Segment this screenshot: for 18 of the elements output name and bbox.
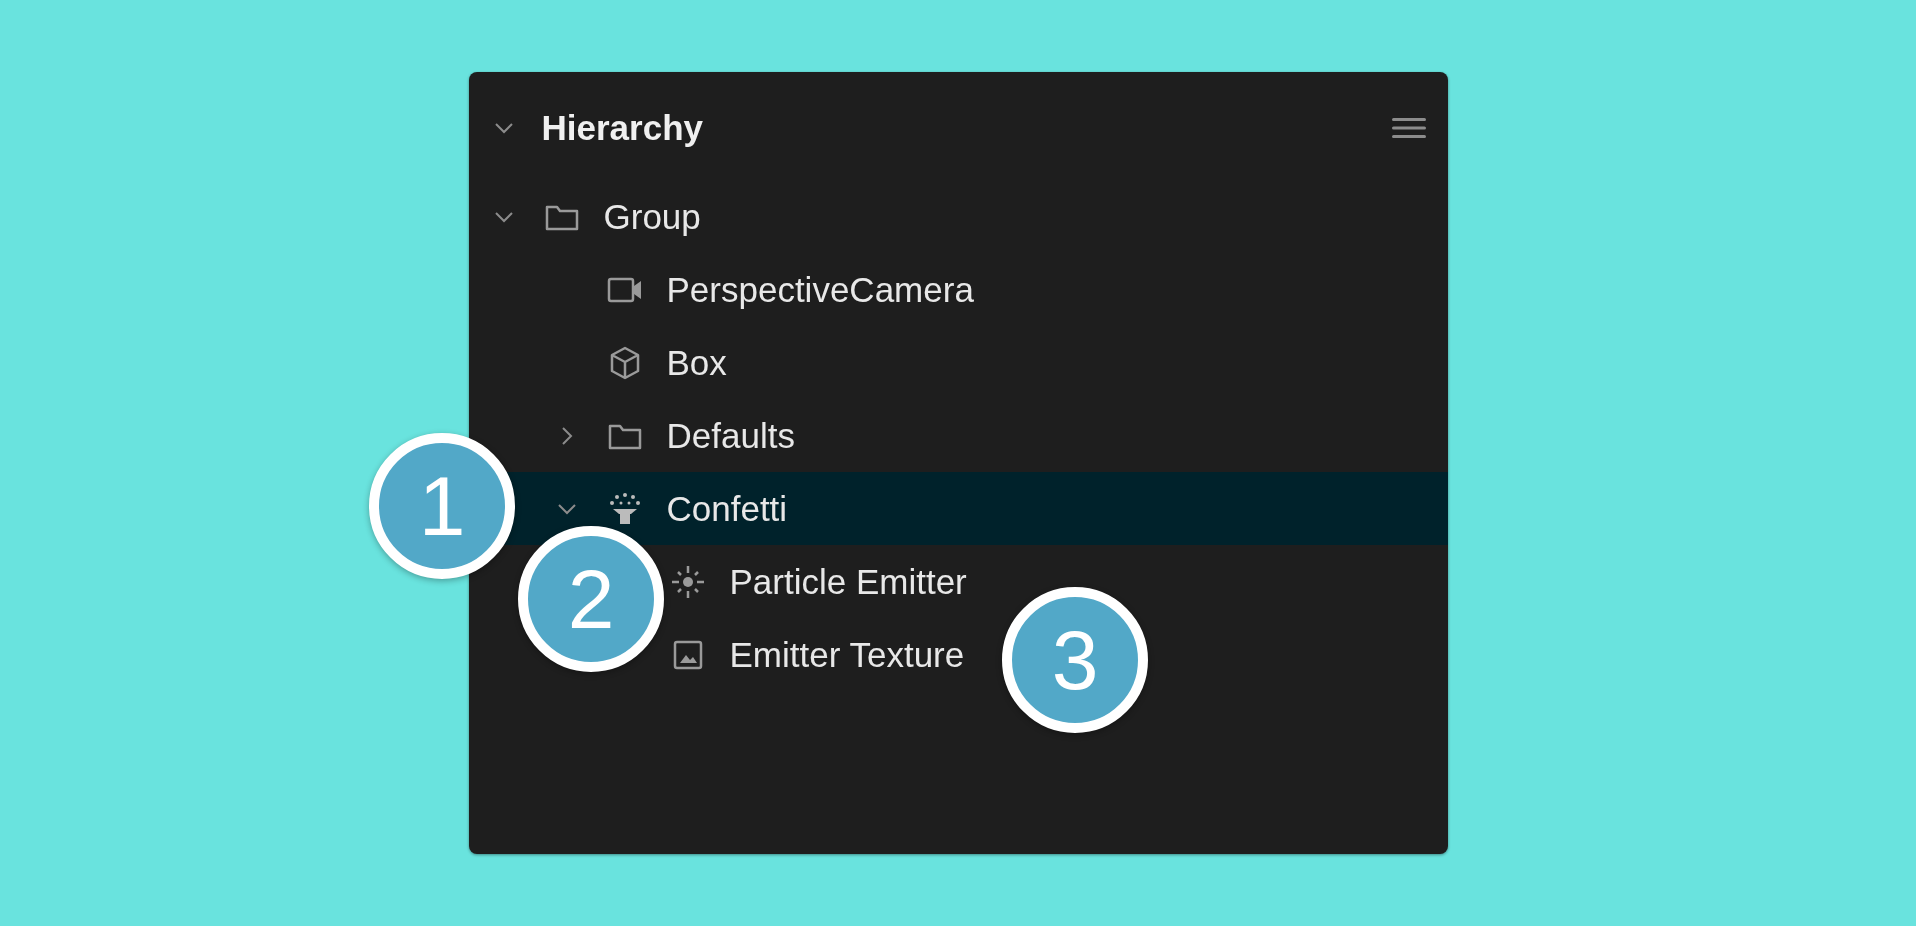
tree-item[interactable]: Box xyxy=(468,326,727,399)
cube-icon xyxy=(608,345,641,380)
tree-item[interactable]: Group xyxy=(468,180,701,253)
tree-item-label: Defaults xyxy=(666,415,795,456)
tree-item[interactable]: PerspectiveCamera xyxy=(468,253,974,326)
sparkle-icon xyxy=(669,563,706,600)
video-camera-icon xyxy=(606,275,643,304)
tree-item-label: Box xyxy=(666,342,727,383)
tree-item-label: Confetti xyxy=(666,488,788,529)
panel-title: Hierarchy xyxy=(541,108,704,148)
tree-item-label: PerspectiveCamera xyxy=(666,269,974,310)
step-marker-tooltip: 1 xyxy=(369,433,515,579)
tree-item-label: Emitter Texture xyxy=(729,634,965,675)
tree-item-label: Particle Emitter xyxy=(729,561,967,602)
image-icon xyxy=(672,639,703,670)
menu-icon[interactable] xyxy=(1391,117,1426,139)
confetti-icon xyxy=(607,491,642,526)
tree-item-label: Group xyxy=(603,196,701,237)
